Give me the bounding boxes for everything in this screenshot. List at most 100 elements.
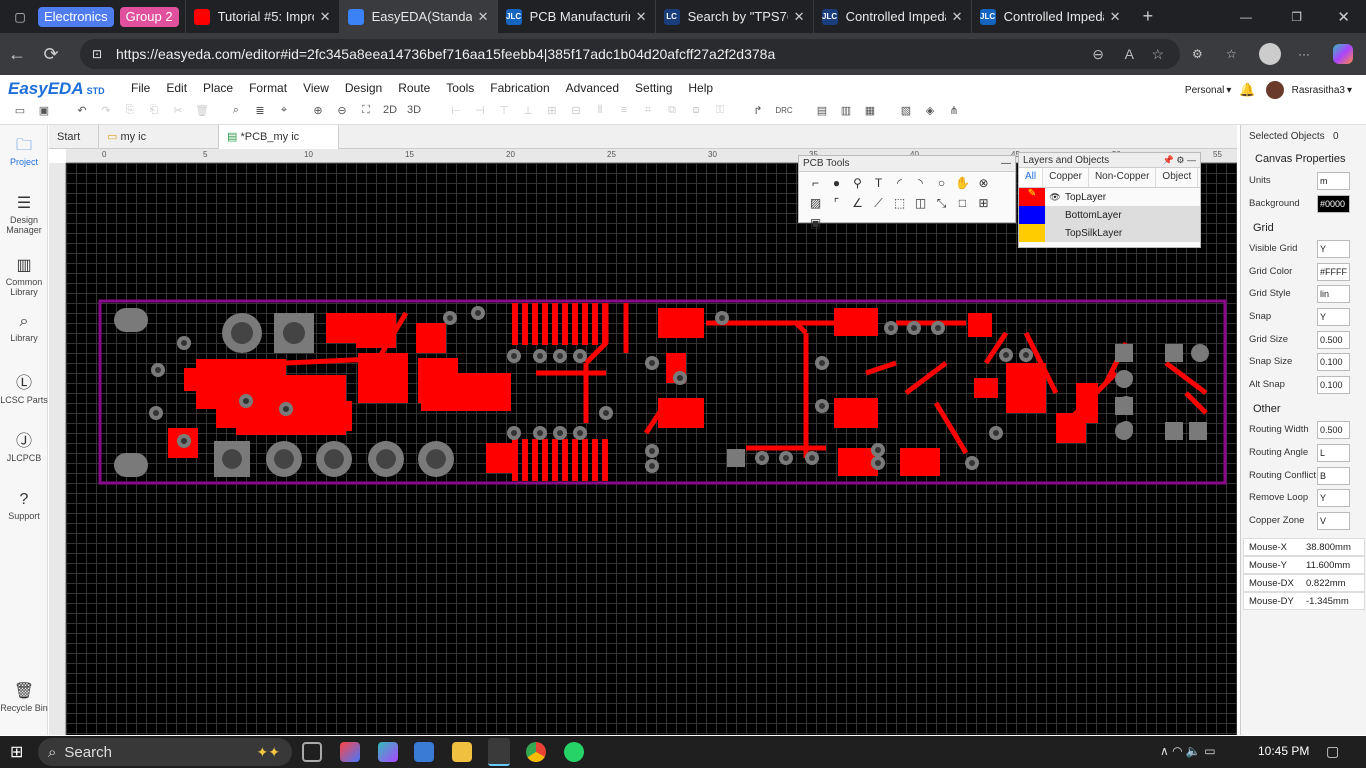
- reload-icon[interactable]: ⟳: [34, 44, 68, 65]
- rectangle-tool-icon[interactable]: □: [952, 196, 973, 216]
- sidebar-item-2[interactable]: ▥ Common Library: [0, 255, 48, 297]
- copilot-app-icon[interactable]: [340, 742, 360, 762]
- close-tab-icon[interactable]: ✕: [478, 9, 489, 25]
- new-tab-button[interactable]: +: [1143, 6, 1154, 27]
- drc-button[interactable]: DRC: [772, 101, 796, 119]
- copper-pad[interactable]: [658, 308, 704, 338]
- ic-pin-pad[interactable]: [512, 303, 518, 345]
- property-value-field[interactable]: L: [1317, 444, 1350, 462]
- via-hole[interactable]: [875, 460, 881, 466]
- property-value-field[interactable]: B: [1317, 466, 1350, 485]
- ic-pin-pad[interactable]: [522, 439, 528, 481]
- new-file-icon[interactable]: ▭: [10, 101, 30, 119]
- ic-pin-pad[interactable]: [582, 303, 588, 345]
- layout-tool-icon[interactable]: ▣: [805, 216, 826, 236]
- url-field[interactable]: ⊡ https://easyeda.com/editor#id=2fc345a8…: [80, 39, 1180, 69]
- sidebar-item-7[interactable]: 🗑 Recycle Bin: [0, 681, 48, 713]
- favorite-icon[interactable]: ☆: [1151, 46, 1164, 63]
- user-name[interactable]: Rasrasitha3: [1292, 85, 1345, 96]
- sidebar-item-5[interactable]: Ⓙ JLCPCB: [0, 431, 48, 463]
- via-hole[interactable]: [603, 410, 609, 416]
- notifications-icon[interactable]: ▢: [1326, 743, 1339, 760]
- via-hole[interactable]: [283, 406, 289, 412]
- delete-icon[interactable]: 🗑: [192, 101, 212, 119]
- ic-pin-pad[interactable]: [592, 303, 598, 345]
- route-icon[interactable]: ↱: [748, 101, 768, 119]
- visibility-eye-icon[interactable]: 👁: [1045, 192, 1065, 203]
- copper-pad[interactable]: [1006, 363, 1046, 413]
- keyboard-app-icon[interactable]: [414, 742, 434, 762]
- restore-button[interactable]: ❐: [1291, 10, 1302, 24]
- via-hole[interactable]: [577, 353, 583, 359]
- via-hole[interactable]: [243, 398, 249, 404]
- connector-pad[interactable]: [1115, 422, 1133, 440]
- close-tab-icon[interactable]: ✕: [1110, 9, 1121, 25]
- chrome-icon[interactable]: [526, 742, 546, 762]
- pad-hole[interactable]: [222, 449, 242, 469]
- copper-area-icon[interactable]: ◫: [910, 196, 931, 216]
- connect-pad-icon[interactable]: ⌜: [826, 196, 847, 216]
- via-hole[interactable]: [557, 353, 563, 359]
- share-icon[interactable]: ⋔: [944, 101, 964, 119]
- property-value-field[interactable]: Y: [1317, 240, 1350, 259]
- copy-icon[interactable]: ⎘: [120, 101, 140, 119]
- minimize-button[interactable]: —: [1240, 10, 1252, 24]
- menu-design[interactable]: Design: [337, 81, 390, 95]
- copper-pad[interactable]: [184, 383, 234, 391]
- align-left-icon[interactable]: ⊢: [446, 101, 466, 119]
- via-hole[interactable]: [181, 340, 187, 346]
- via-hole[interactable]: [649, 463, 655, 469]
- browser-tab-3[interactable]: LC Search by "TPS76 ✕: [654, 0, 813, 33]
- extensions-icon[interactable]: ⚙: [1192, 47, 1203, 61]
- mounting-slot[interactable]: [114, 308, 148, 332]
- pad-hole[interactable]: [283, 322, 305, 344]
- via-hole[interactable]: [1023, 352, 1029, 358]
- track-tool-icon[interactable]: ⌐: [805, 176, 826, 196]
- lock-icon[interactable]: ⚿: [710, 101, 730, 119]
- copper-pad[interactable]: [974, 378, 998, 398]
- hole-tool-icon[interactable]: ⊗: [973, 176, 994, 196]
- window-menu-icon[interactable]: ▢: [8, 10, 32, 24]
- via-hole[interactable]: [649, 360, 655, 366]
- sidebar-item-3[interactable]: ⌕ Library: [0, 311, 48, 343]
- taskbar-clock[interactable]: 10:45 PM: [1258, 744, 1309, 758]
- pcb-canvas[interactable]: [66, 163, 1237, 735]
- layer-row[interactable]: TopSilkLayer: [1019, 224, 1200, 242]
- ic-pin-pad[interactable]: [552, 439, 558, 481]
- layers-icon[interactable]: ◈: [920, 101, 940, 119]
- layer-row[interactable]: BottomLayer: [1019, 206, 1200, 224]
- layer-color-swatch[interactable]: [1019, 206, 1045, 224]
- menu-advanced[interactable]: Advanced: [558, 81, 627, 95]
- task-view-icon[interactable]: [302, 742, 322, 762]
- center-arc-tool-icon[interactable]: ◝: [910, 176, 931, 196]
- more-options-icon[interactable]: ···: [1298, 47, 1310, 61]
- copilot-taskbar-icon[interactable]: [378, 742, 398, 762]
- ic-pin-pad[interactable]: [562, 303, 568, 345]
- fit-view-icon[interactable]: ⛶: [356, 101, 376, 119]
- image-export-icon[interactable]: ▧: [896, 101, 916, 119]
- browser-tab-5[interactable]: JLC Controlled Impeda ✕: [970, 0, 1129, 33]
- menu-help[interactable]: Help: [680, 81, 721, 95]
- find-icon[interactable]: ⌕: [226, 101, 246, 119]
- zoom-in-icon[interactable]: ⊕: [308, 101, 328, 119]
- align-top-icon[interactable]: ⊤: [494, 101, 514, 119]
- sidebar-item-6[interactable]: ? Support: [0, 489, 48, 521]
- sidebar-item-0[interactable]: 🗀 Project: [0, 135, 48, 167]
- align-bottom-icon[interactable]: ⊥: [518, 101, 538, 119]
- close-tab-icon[interactable]: ✕: [636, 9, 647, 25]
- undo-icon[interactable]: ↶: [72, 101, 92, 119]
- ic-pin-pad[interactable]: [582, 439, 588, 481]
- connector-pad[interactable]: [1115, 397, 1133, 415]
- pad-hole[interactable]: [231, 322, 253, 344]
- close-tab-icon[interactable]: ✕: [794, 9, 805, 25]
- via-hole[interactable]: [537, 430, 543, 436]
- user-avatar[interactable]: [1265, 81, 1284, 99]
- copper-pad[interactable]: [421, 373, 511, 411]
- bom-icon[interactable]: ▤: [812, 101, 832, 119]
- via-hole[interactable]: [719, 315, 725, 321]
- tab-start[interactable]: Start: [49, 125, 99, 149]
- cut-icon[interactable]: ✂: [168, 101, 188, 119]
- via-hole[interactable]: [819, 403, 825, 409]
- menu-tools[interactable]: Tools: [438, 81, 482, 95]
- view-2d-button[interactable]: 2D: [380, 101, 400, 119]
